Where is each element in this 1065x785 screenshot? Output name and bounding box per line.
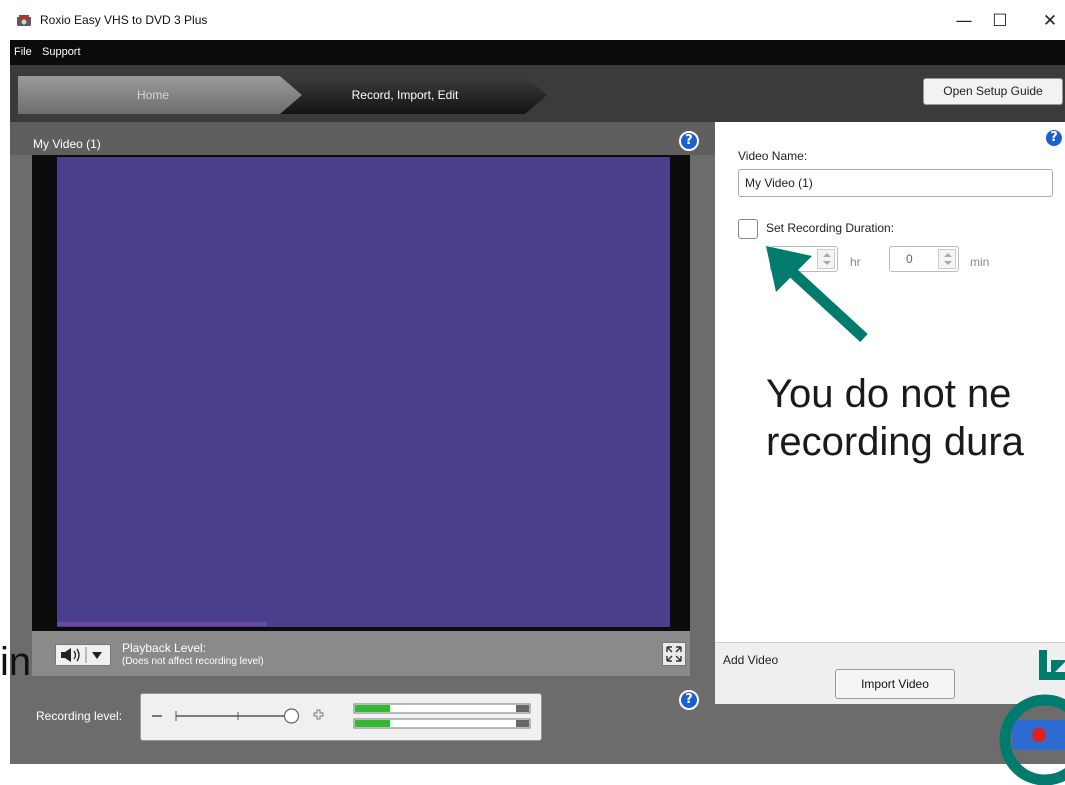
playback-level-note: (Does not affect recording level) — [122, 656, 264, 667]
minutes-spinner[interactable]: 0 — [889, 246, 959, 272]
menu-bar — [10, 40, 1065, 65]
fullscreen-icon — [666, 646, 682, 662]
preview-title: My Video (1) — [33, 137, 101, 151]
window-title: Roxio Easy VHS to DVD 3 Plus — [40, 13, 208, 27]
minutes-spinner-arrows[interactable] — [938, 249, 956, 269]
side-annotation-letters: in — [0, 640, 32, 684]
open-setup-guide-button[interactable]: Open Setup Guide — [923, 78, 1063, 105]
annotation-text: You do not ne recording dura — [766, 372, 1024, 464]
highlight-circle-icon — [999, 694, 1065, 785]
fullscreen-button[interactable] — [662, 642, 686, 666]
speaker-icon — [61, 647, 102, 663]
volume-button[interactable] — [55, 644, 111, 666]
app-icon — [17, 15, 31, 26]
help-icon[interactable]: ? — [679, 131, 699, 151]
set-recording-duration-checkbox[interactable] — [738, 219, 758, 239]
video-name-label: Video Name: — [738, 149, 808, 163]
close-button[interactable]: ✕ — [1027, 7, 1065, 35]
tab-record-label: Record, Import, Edit — [351, 88, 459, 102]
level-meter-2 — [353, 718, 531, 729]
recording-level-slider[interactable] — [283, 708, 300, 724]
video-preview — [57, 157, 670, 627]
minutes-value: 0 — [906, 252, 913, 266]
highlight-annotations — [999, 650, 1065, 785]
maximize-button[interactable]: ☐ — [977, 7, 1023, 35]
recording-level-label: Recording level: — [36, 709, 123, 723]
video-edge-line — [57, 622, 267, 626]
playback-level-title: Playback Level: — [122, 641, 207, 655]
preview-header — [10, 122, 715, 155]
add-video-label: Add Video — [723, 653, 779, 667]
set-recording-duration-label: Set Recording Duration: — [766, 221, 895, 235]
recording-level-controls — [152, 703, 531, 729]
tab-home-label: Home — [136, 88, 169, 102]
video-name-input[interactable] — [738, 169, 1053, 197]
menu-file[interactable]: File — [14, 46, 32, 58]
recording-help-icon[interactable]: ? — [679, 690, 699, 710]
tab-record-import-edit[interactable]: Record, Import, Edit — [300, 76, 510, 114]
import-video-button[interactable]: Import Video — [835, 669, 955, 699]
minutes-unit: min — [970, 255, 990, 269]
level-meter-1 — [353, 703, 531, 714]
settings-help-icon[interactable]: ? — [1044, 128, 1064, 148]
annotation-arrow-icon — [766, 246, 868, 343]
plus-icon — [313, 709, 324, 720]
tab-home[interactable]: Home — [18, 76, 288, 114]
menu-support[interactable]: Support — [42, 46, 81, 58]
minus-icon — [152, 715, 162, 717]
